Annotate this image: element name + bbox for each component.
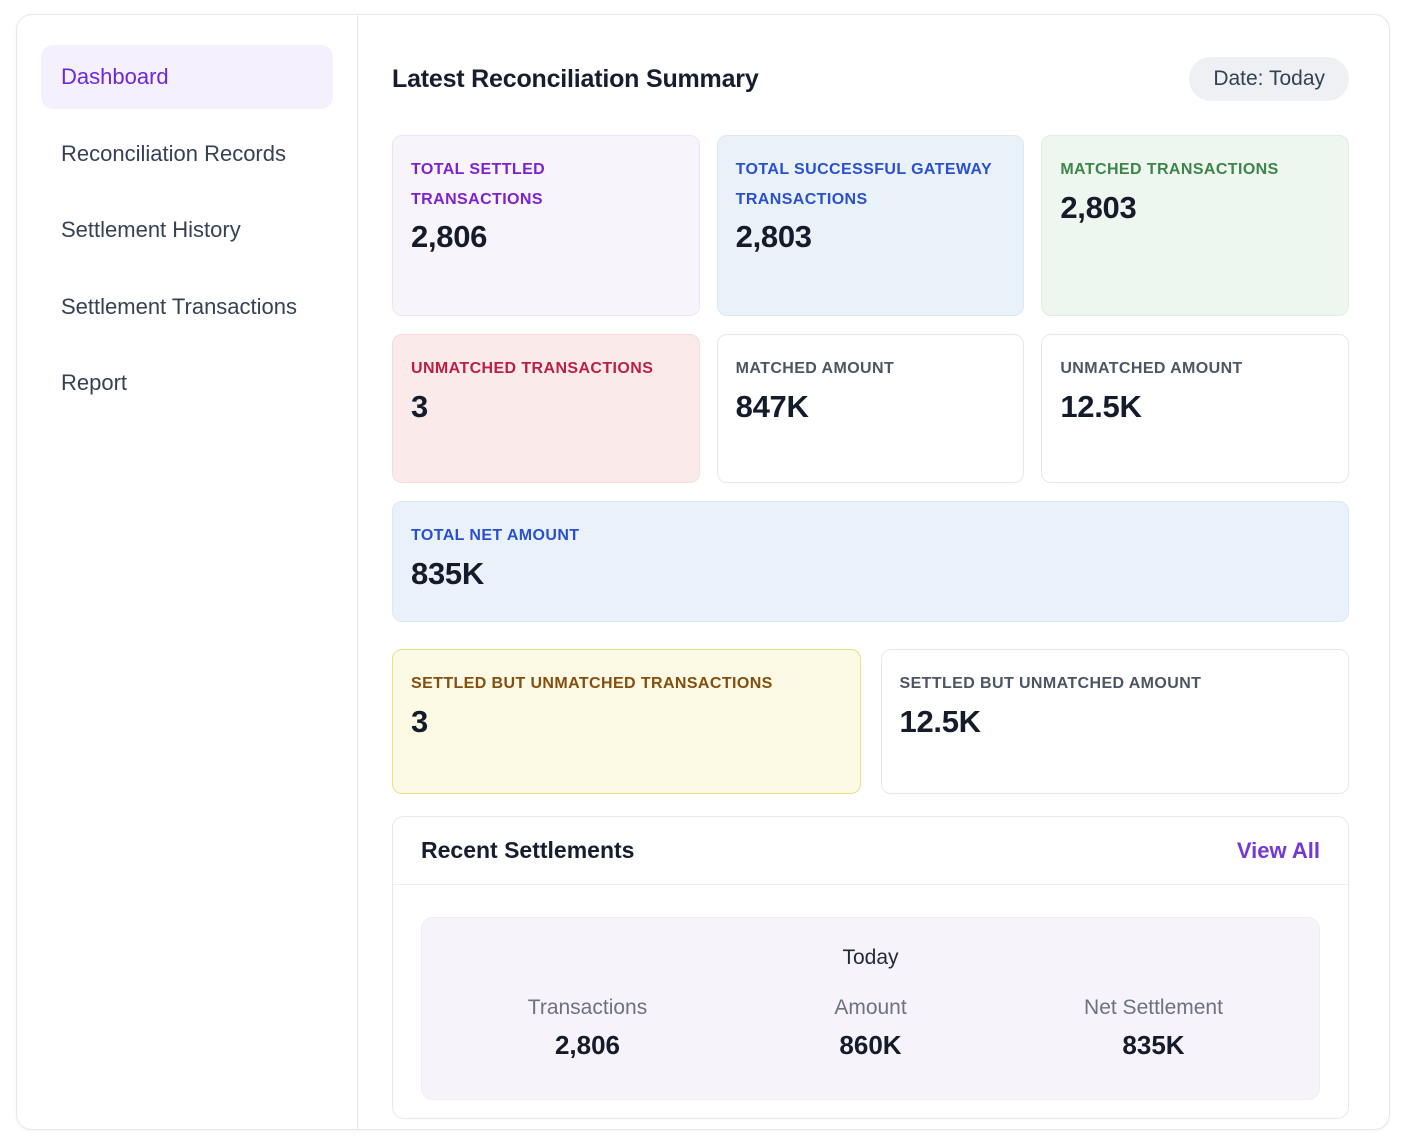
settlement-net-settlement: Net Settlement 835K [1012, 996, 1295, 1061]
page-title: Latest Reconciliation Summary [392, 65, 759, 94]
stat-value: 2,803 [736, 219, 1006, 255]
stat-label: UNMATCHED TRANSACTIONS [411, 354, 681, 384]
recent-settlements-title: Recent Settlements [421, 837, 634, 864]
stat-label: UNMATCHED AMOUNT [1060, 354, 1330, 384]
card-total-settled-transactions: TOTAL SETTLED TRANSACTIONS 2,806 [392, 135, 700, 316]
main-content: Latest Reconciliation Summary Date: Toda… [358, 15, 1389, 1129]
card-matched-transactions: MATCHED TRANSACTIONS 2,803 [1041, 135, 1349, 316]
stat-label: TOTAL SETTLED TRANSACTIONS [411, 155, 681, 214]
stat-label: SETTLED BUT UNMATCHED AMOUNT [900, 669, 1331, 699]
stat-value: 2,806 [411, 219, 681, 255]
view-all-link[interactable]: View All [1237, 838, 1320, 864]
sidebar-item-dashboard[interactable]: Dashboard [41, 45, 333, 109]
settlement-transactions-value: 2,806 [446, 1030, 729, 1061]
summary-row-3: SETTLED BUT UNMATCHED TRANSACTIONS 3 SET… [392, 649, 1349, 794]
sidebar: Dashboard Reconciliation Records Settlem… [17, 15, 358, 1129]
recent-settlements-panel: Recent Settlements View All Today Transa… [392, 816, 1349, 1119]
stat-value: 847K [736, 389, 1006, 425]
stat-label: MATCHED TRANSACTIONS [1060, 155, 1330, 185]
recent-settlements-header: Recent Settlements View All [393, 817, 1348, 885]
stat-label: TOTAL SUCCESSFUL GATEWAY TRANSACTIONS [736, 155, 1006, 214]
card-total-successful-gateway-transactions: TOTAL SUCCESSFUL GATEWAY TRANSACTIONS 2,… [717, 135, 1025, 316]
settlement-transactions-label: Transactions [446, 996, 729, 1020]
stat-value: 3 [411, 389, 681, 425]
card-matched-amount: MATCHED AMOUNT 847K [717, 334, 1025, 483]
stat-label: TOTAL NET AMOUNT [411, 521, 1330, 551]
sidebar-item-report[interactable]: Report [41, 351, 333, 415]
stat-value: 3 [411, 704, 842, 740]
stat-value: 835K [411, 556, 1330, 592]
settlement-amount-label: Amount [729, 996, 1012, 1020]
settlement-amount-value: 860K [729, 1030, 1012, 1061]
stat-value: 12.5K [900, 704, 1331, 740]
settlement-stats: Transactions 2,806 Amount 860K Net Settl… [446, 996, 1295, 1061]
sidebar-item-reconciliation-records[interactable]: Reconciliation Records [41, 122, 333, 186]
stat-label: SETTLED BUT UNMATCHED TRANSACTIONS [411, 669, 842, 699]
settlement-net-settlement-value: 835K [1012, 1030, 1295, 1061]
summary-row-2: UNMATCHED TRANSACTIONS 3 MATCHED AMOUNT … [392, 334, 1349, 483]
summary-row-1: TOTAL SETTLED TRANSACTIONS 2,806 TOTAL S… [392, 135, 1349, 316]
main-header: Latest Reconciliation Summary Date: Toda… [392, 57, 1349, 101]
stat-value: 2,803 [1060, 190, 1330, 226]
card-settled-but-unmatched-amount: SETTLED BUT UNMATCHED AMOUNT 12.5K [881, 649, 1350, 794]
card-settled-but-unmatched-transactions: SETTLED BUT UNMATCHED TRANSACTIONS 3 [392, 649, 861, 794]
settlement-transactions: Transactions 2,806 [446, 996, 729, 1061]
settlement-amount: Amount 860K [729, 996, 1012, 1061]
card-total-net-amount: TOTAL NET AMOUNT 835K [392, 501, 1349, 622]
settlement-net-settlement-label: Net Settlement [1012, 996, 1295, 1020]
sidebar-item-settlement-transactions[interactable]: Settlement Transactions [41, 275, 333, 339]
card-unmatched-amount: UNMATCHED AMOUNT 12.5K [1041, 334, 1349, 483]
card-unmatched-transactions: UNMATCHED TRANSACTIONS 3 [392, 334, 700, 483]
date-filter-badge[interactable]: Date: Today [1189, 57, 1349, 101]
settlement-list-item[interactable]: Today Transactions 2,806 Amount 860K Net… [421, 917, 1320, 1100]
stat-label: MATCHED AMOUNT [736, 354, 1006, 384]
settlement-date-label: Today [446, 946, 1295, 970]
sidebar-item-settlement-history[interactable]: Settlement History [41, 198, 333, 262]
stat-value: 12.5K [1060, 389, 1330, 425]
app-container: Dashboard Reconciliation Records Settlem… [16, 14, 1390, 1130]
